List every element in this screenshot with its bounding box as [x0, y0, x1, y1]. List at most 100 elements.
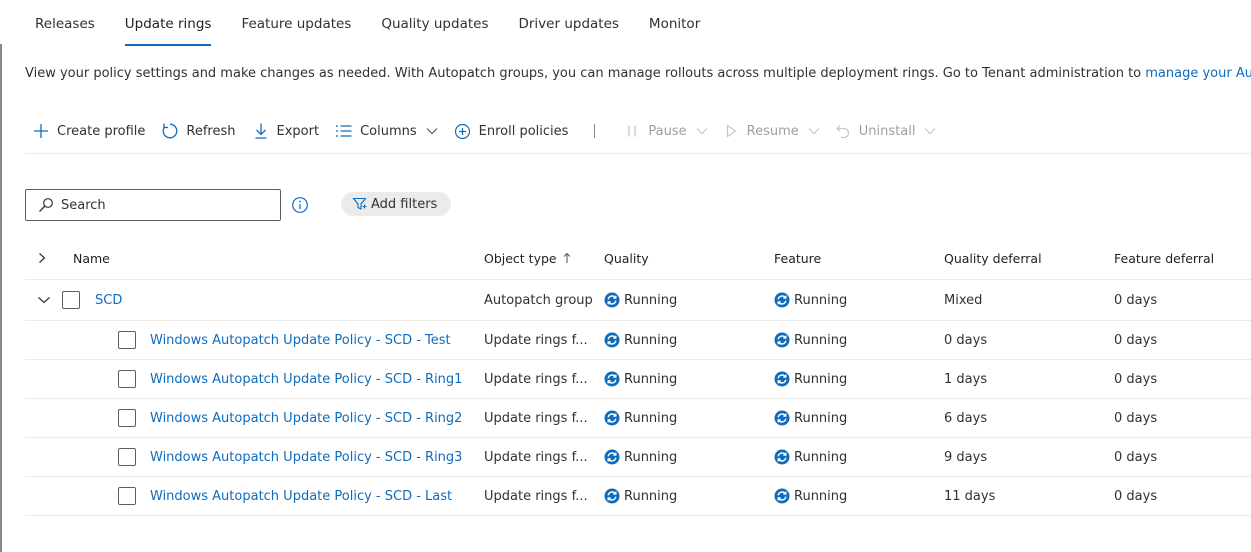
policy-name: Windows Autopatch Update Policy - SCD - …: [150, 438, 475, 476]
tab-monitor[interactable]: Monitor: [649, 0, 700, 46]
column-header-name[interactable]: Name: [73, 237, 473, 279]
column-header-feature-deferral[interactable]: Feature deferral: [1114, 237, 1251, 279]
manage-autopatch-groups-link[interactable]: manage your Autopatch gr: [1145, 66, 1251, 81]
group-checkbox[interactable]: [62, 291, 80, 309]
refresh-button[interactable]: Refresh: [161, 120, 236, 142]
sync-running-icon: [774, 488, 790, 504]
status-text: Running: [624, 332, 678, 348]
chevron-down-icon: [924, 127, 936, 135]
sync-running-icon: [604, 410, 620, 426]
group-name-link[interactable]: SCD: [95, 293, 122, 308]
create-profile-button[interactable]: Create profile: [32, 120, 145, 142]
object-type: Update rings f...: [484, 488, 588, 504]
status-text: Running: [794, 449, 848, 465]
quality-deferral: 1 days: [944, 371, 988, 387]
table-row[interactable]: Windows Autopatch Update Policy - SCD - …: [25, 438, 1251, 477]
policy-name-link[interactable]: Windows Autopatch Update Policy - SCD - …: [150, 372, 462, 387]
policy-name-link[interactable]: Windows Autopatch Update Policy - SCD - …: [150, 489, 452, 504]
policy-name-link[interactable]: Windows Autopatch Update Policy - SCD - …: [150, 450, 462, 465]
update-rings-table: Name Object type Quality Feature Quality…: [25, 237, 1251, 516]
feature-status: Running: [774, 321, 934, 359]
tab-quality-updates[interactable]: Quality updates: [381, 0, 488, 46]
policy-name: Windows Autopatch Update Policy - SCD - …: [150, 360, 475, 398]
row-checkbox[interactable]: [118, 448, 136, 466]
policy-name-link[interactable]: Windows Autopatch Update Policy - SCD - …: [150, 333, 451, 348]
columns-label: Columns: [360, 123, 417, 139]
sync-running-icon: [604, 488, 620, 504]
info-icon[interactable]: [291, 196, 309, 214]
group-row[interactable]: SCD Autopatch group Running Running Mixe…: [25, 280, 1251, 321]
group-quality-status: Running: [604, 280, 764, 320]
feature-deferral: 0 days: [1114, 371, 1158, 387]
toolbar-divider-line: [25, 153, 1251, 154]
object-type: Update rings f...: [484, 449, 588, 465]
group-object-type: Autopatch group: [484, 292, 593, 308]
status-text: Running: [794, 332, 848, 348]
row-checkbox[interactable]: [118, 331, 136, 349]
chevron-down-icon: [808, 127, 820, 135]
sync-running-icon: [604, 292, 620, 308]
column-header-feature[interactable]: Feature: [774, 237, 934, 279]
add-filters-button[interactable]: Add filters: [341, 192, 452, 216]
table-row[interactable]: Windows Autopatch Update Policy - SCD - …: [25, 399, 1251, 438]
status-text: Running: [794, 410, 848, 426]
export-label: Export: [276, 123, 320, 139]
chevron-down-icon: [426, 127, 438, 135]
undo-icon: [834, 122, 852, 140]
status-text: Running: [794, 488, 848, 504]
row-checkbox[interactable]: [118, 409, 136, 427]
status-text: Running: [794, 371, 848, 387]
uninstall-button[interactable]: Uninstall: [834, 120, 937, 142]
feature-status: Running: [774, 477, 934, 515]
feature-deferral: 0 days: [1114, 410, 1158, 426]
search-input[interactable]: [61, 197, 261, 213]
table-row[interactable]: Windows Autopatch Update Policy - SCD - …: [25, 360, 1251, 399]
group-feature-status: Running: [774, 280, 934, 320]
table-row[interactable]: Windows Autopatch Update Policy - SCD - …: [25, 321, 1251, 360]
plus-icon: [32, 122, 50, 140]
feature-deferral: 0 days: [1114, 488, 1158, 504]
tab-releases[interactable]: Releases: [35, 0, 95, 46]
policy-name: Windows Autopatch Update Policy - SCD - …: [150, 321, 475, 359]
uninstall-label: Uninstall: [858, 123, 916, 139]
policy-name: Windows Autopatch Update Policy - SCD - …: [150, 399, 475, 437]
table-row[interactable]: Windows Autopatch Update Policy - SCD - …: [25, 477, 1251, 516]
object-type: Update rings f...: [484, 410, 588, 426]
page-description: View your policy settings and make chang…: [25, 66, 1251, 81]
columns-icon: [335, 122, 353, 140]
quality-deferral: 9 days: [944, 449, 988, 465]
columns-button[interactable]: Columns: [335, 120, 438, 142]
status-text: Running: [624, 371, 678, 387]
left-panel-border: [0, 44, 2, 552]
policy-name-link[interactable]: Windows Autopatch Update Policy - SCD - …: [150, 411, 462, 426]
tab-driver-updates[interactable]: Driver updates: [518, 0, 618, 46]
enroll-policies-label: Enroll policies: [478, 123, 569, 139]
sync-running-icon: [774, 449, 790, 465]
refresh-label: Refresh: [186, 123, 236, 139]
sync-running-icon: [604, 332, 620, 348]
pause-button[interactable]: Pause: [623, 120, 708, 142]
tab-feature-updates[interactable]: Feature updates: [241, 0, 351, 46]
quality-status: Running: [604, 477, 764, 515]
policy-name: Windows Autopatch Update Policy - SCD - …: [150, 477, 475, 515]
column-header-quality[interactable]: Quality: [604, 237, 764, 279]
enroll-policies-button[interactable]: Enroll policies: [454, 120, 569, 142]
chevron-down-icon[interactable]: [37, 280, 51, 320]
row-checkbox[interactable]: [118, 370, 136, 388]
resume-label: Resume: [746, 123, 799, 139]
expand-all-chevron-icon[interactable]: [37, 237, 47, 279]
export-button[interactable]: Export: [252, 120, 320, 142]
resume-button[interactable]: Resume: [722, 120, 820, 142]
column-header-object-type[interactable]: Object type: [484, 237, 596, 279]
row-checkbox[interactable]: [118, 487, 136, 505]
tab-update-rings[interactable]: Update rings: [124, 0, 211, 46]
description-text: View your policy settings and make chang…: [25, 66, 1146, 81]
feature-status: Running: [774, 360, 934, 398]
pause-label: Pause: [648, 123, 687, 139]
feature-status: Running: [774, 438, 934, 476]
column-header-quality-deferral[interactable]: Quality deferral: [944, 237, 1104, 279]
sort-ascending-icon: [563, 252, 571, 264]
sync-running-icon: [774, 371, 790, 387]
status-text: Running: [624, 292, 678, 308]
add-circle-icon: [454, 122, 472, 140]
